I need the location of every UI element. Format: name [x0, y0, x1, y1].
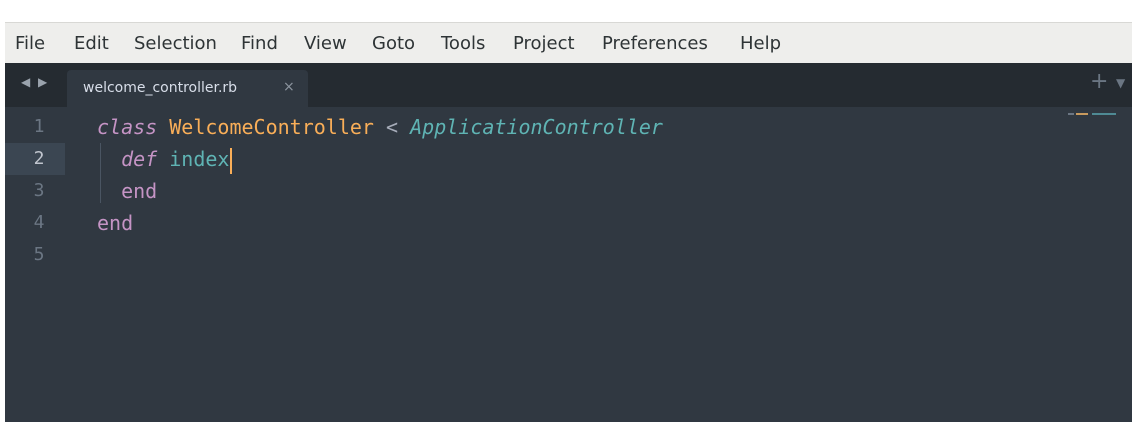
line-number: 3 [33, 180, 45, 201]
menu-bar: File Edit Selection Find View Goto Tools… [5, 22, 1132, 63]
keyword-end: end [121, 179, 158, 203]
menu-goto[interactable]: Goto [372, 32, 415, 56]
inherit-operator: < [386, 115, 399, 139]
line-number: 1 [33, 116, 45, 137]
line-number-gutter: 1 2 3 4 5 [5, 107, 65, 422]
code-content: class WelcomeController < ApplicationCon… [97, 107, 663, 251]
code-line-4: end [97, 207, 133, 239]
code-line-1: class WelcomeController < ApplicationCon… [97, 111, 663, 143]
minimap-mark [1076, 113, 1088, 115]
new-tab-plus-icon[interactable]: + [1090, 69, 1108, 95]
menu-help[interactable]: Help [740, 32, 781, 56]
line-number-active: 2 [5, 143, 65, 175]
minimap[interactable] [1068, 113, 1118, 119]
keyword-def: def [121, 147, 158, 171]
parent-class-name: ApplicationController [410, 115, 663, 139]
menu-file[interactable]: File [15, 32, 45, 56]
menu-project[interactable]: Project [513, 32, 575, 56]
tab-close-icon[interactable]: × [283, 79, 295, 95]
minimap-mark [1068, 113, 1074, 115]
code-line-3: end [97, 175, 157, 207]
text-caret [230, 147, 233, 174]
keyword-end: end [97, 211, 134, 235]
menu-find[interactable]: Find [241, 32, 278, 56]
code-line-2: def index [97, 143, 233, 175]
editor-window: File Edit Selection Find View Goto Tools… [5, 22, 1132, 422]
menu-selection[interactable]: Selection [134, 32, 217, 56]
menu-edit[interactable]: Edit [74, 32, 109, 56]
class-name: WelcomeController [169, 115, 374, 139]
tab-dropdown-icon[interactable]: ▼ [1116, 76, 1125, 90]
method-name: index [169, 147, 230, 171]
code-editor[interactable]: 1 2 3 4 5 class WelcomeController < Appl… [5, 107, 1132, 422]
keyword-class: class [97, 115, 158, 139]
tab-welcome-controller[interactable]: welcome_controller.rb × [67, 70, 308, 107]
title-strip [0, 0, 1132, 22]
line-number: 4 [33, 212, 45, 233]
minimap-mark [1092, 113, 1116, 115]
menu-view[interactable]: View [304, 32, 347, 56]
tab-bar: ◀ ▶ welcome_controller.rb × + ▼ [5, 63, 1132, 107]
menu-preferences[interactable]: Preferences [602, 32, 708, 56]
tab-label: welcome_controller.rb [83, 80, 238, 96]
menu-tools[interactable]: Tools [441, 32, 485, 56]
tab-nav-arrows-icon[interactable]: ◀ ▶ [21, 75, 49, 89]
line-number: 5 [33, 244, 45, 265]
